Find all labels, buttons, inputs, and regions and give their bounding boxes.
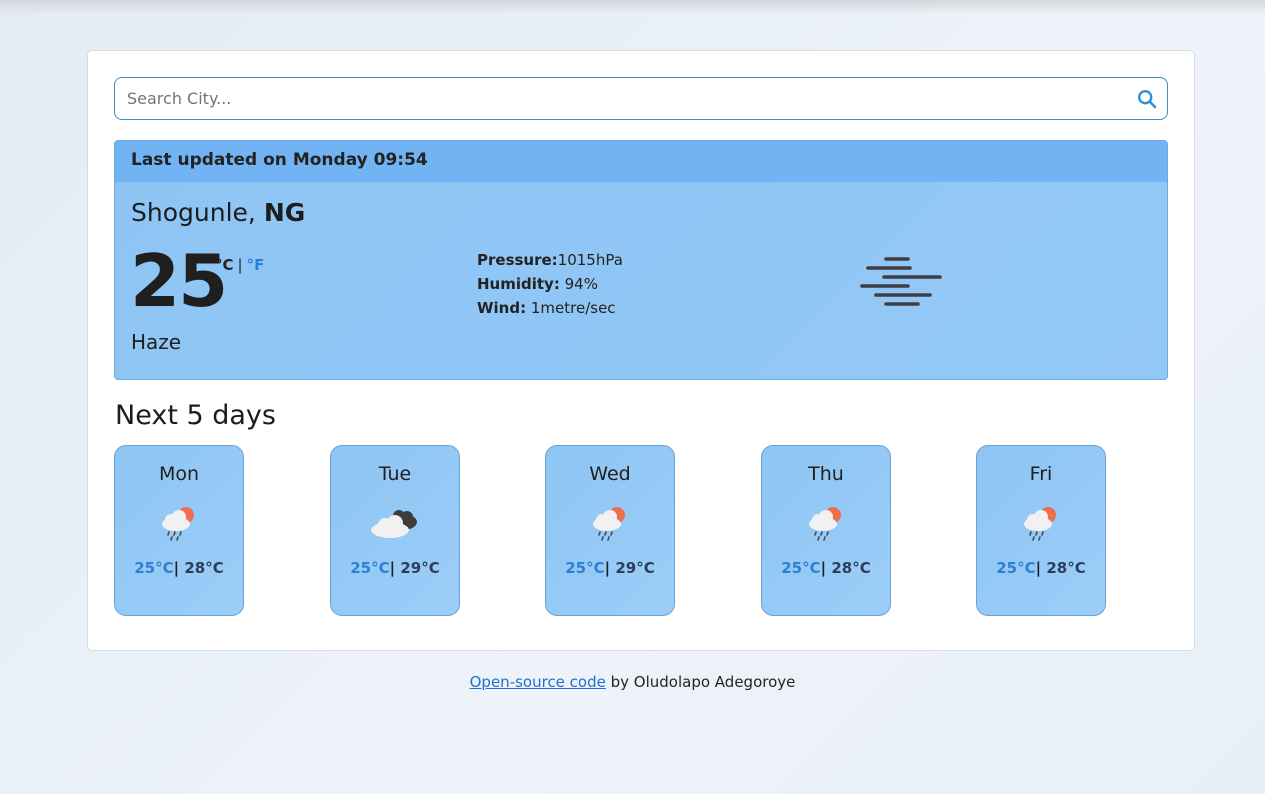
pressure-value: 1015hPa bbox=[557, 251, 623, 269]
forecast-low: 25°C bbox=[996, 559, 1036, 577]
forecast-day-name: Thu bbox=[808, 463, 844, 485]
forecast-title: Next 5 days bbox=[115, 400, 276, 431]
pressure-row: Pressure:1015hPa bbox=[477, 248, 623, 272]
forecast-day-name: Wed bbox=[589, 463, 631, 485]
forecast-high: 28°C bbox=[179, 559, 224, 577]
forecast-card-mon: Mon 25°C| 28°C bbox=[114, 445, 244, 616]
unit-toggle: °C | °F bbox=[215, 256, 264, 274]
wind-value: 1metre/sec bbox=[526, 299, 616, 317]
search-bar bbox=[114, 77, 1168, 120]
forecast-temps: 25°C| 28°C bbox=[762, 559, 890, 577]
forecast-card-wed: Wed 25°C| 29°C bbox=[545, 445, 675, 616]
clouds-icon bbox=[371, 510, 417, 538]
forecast-temps: 25°C| 29°C bbox=[331, 559, 459, 577]
footer-credit: by Oludolapo Adegoroye bbox=[605, 673, 796, 691]
forecast-low: 25°C bbox=[781, 559, 821, 577]
forecast-card-fri: Fri 25°C| 28°C bbox=[976, 445, 1106, 616]
rain-sun-icon bbox=[162, 507, 194, 541]
forecast-high: 28°C bbox=[826, 559, 871, 577]
haze-icon bbox=[860, 257, 942, 306]
forecast-low: 25°C bbox=[350, 559, 390, 577]
wind-label: Wind: bbox=[477, 299, 527, 317]
fahrenheit-toggle[interactable]: °F bbox=[247, 256, 265, 274]
forecast-low: 25°C bbox=[565, 559, 605, 577]
rain-sun-icon bbox=[593, 507, 625, 541]
forecast-temps: 25°C| 28°C bbox=[115, 559, 243, 577]
forecast-day-name: Tue bbox=[378, 463, 412, 485]
rain-sun-icon bbox=[809, 507, 841, 541]
unit-separator: | bbox=[237, 256, 243, 274]
celsius-toggle[interactable]: °C bbox=[215, 256, 234, 274]
forecast-day-name: Mon bbox=[158, 463, 200, 485]
forecast-temps: 25°C| 29°C bbox=[546, 559, 674, 577]
current-weather-panel: Last updated on Monday 09:54 Shogunle, N… bbox=[114, 140, 1168, 380]
footer: Open-source code by Oludolapo Adegoroye bbox=[0, 673, 1265, 691]
forecast-card-thu: Thu 25°C| 28°C bbox=[761, 445, 891, 616]
wind-row: Wind: 1metre/sec bbox=[477, 296, 623, 320]
forecast-temps: 25°C| 28°C bbox=[977, 559, 1105, 577]
weather-app-card: Last updated on Monday 09:54 Shogunle, N… bbox=[87, 50, 1195, 651]
forecast-low: 25°C bbox=[134, 559, 174, 577]
forecast-day-name: Fri bbox=[1029, 463, 1053, 485]
current-temperature: 25 bbox=[130, 239, 228, 323]
humidity-row: Humidity: 94% bbox=[477, 272, 623, 296]
search-icon bbox=[1137, 89, 1157, 109]
top-shadow bbox=[0, 0, 1265, 14]
city-label: Shogunle bbox=[131, 198, 248, 227]
city-separator: , bbox=[247, 198, 264, 227]
pressure-label: Pressure: bbox=[477, 251, 558, 269]
weather-details: Pressure:1015hPa Humidity: 94% Wind: 1me… bbox=[477, 248, 623, 320]
humidity-label: Humidity: bbox=[477, 275, 560, 293]
source-code-link[interactable]: Open-source code bbox=[470, 673, 606, 691]
country-code: NG bbox=[263, 198, 306, 227]
search-input[interactable] bbox=[115, 78, 1125, 119]
search-button[interactable] bbox=[1135, 87, 1159, 111]
weather-condition: Haze bbox=[131, 330, 182, 354]
forecast-card-tue: Tue 25°C| 29°C bbox=[330, 445, 460, 616]
forecast-high: 29°C bbox=[395, 559, 440, 577]
last-updated: Last updated on Monday 09:54 bbox=[115, 141, 1167, 182]
humidity-value: 94% bbox=[559, 275, 598, 293]
city-name: Shogunle, NG bbox=[131, 198, 305, 227]
forecast-high: 29°C bbox=[610, 559, 655, 577]
rain-sun-icon bbox=[1024, 507, 1056, 541]
forecast-high: 28°C bbox=[1041, 559, 1086, 577]
